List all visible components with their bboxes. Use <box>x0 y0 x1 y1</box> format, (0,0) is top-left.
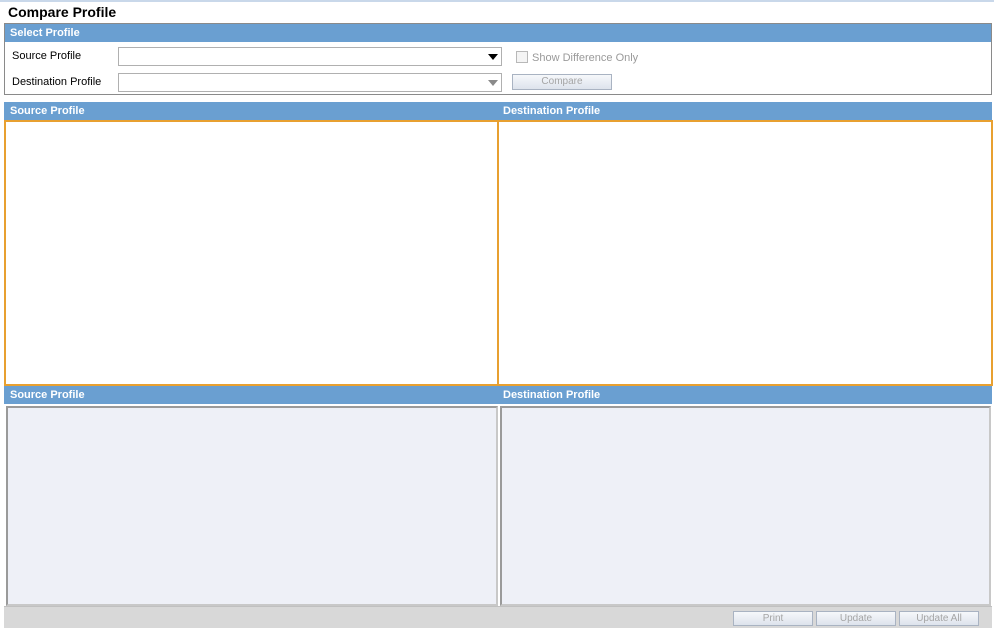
footer-toolbar: Print Update Update All <box>4 606 992 628</box>
lower-source-header: Source Profile <box>4 386 497 404</box>
destination-profile-label: Destination Profile <box>12 76 102 88</box>
select-profile-header: Select Profile <box>5 24 991 42</box>
chevron-down-icon <box>488 80 498 86</box>
page-title: Compare Profile <box>8 4 117 20</box>
compare-area: Source Profile Destination Profile Sourc… <box>4 102 994 629</box>
chevron-down-icon <box>488 54 498 60</box>
top-divider <box>0 0 994 2</box>
source-profile-dropdown[interactable] <box>118 47 502 66</box>
show-difference-checkbox[interactable] <box>516 51 528 63</box>
upper-destination-header: Destination Profile <box>497 102 992 120</box>
destination-profile-dropdown[interactable] <box>118 73 502 92</box>
source-profile-label: Source Profile <box>12 50 82 62</box>
select-profile-panel: Select Profile Source Profile Destinatio… <box>4 23 992 95</box>
upper-destination-pane[interactable] <box>497 120 993 386</box>
print-button[interactable]: Print <box>733 611 813 626</box>
compare-button[interactable]: Compare <box>512 74 612 90</box>
upper-source-pane[interactable] <box>4 120 499 386</box>
lower-destination-header: Destination Profile <box>497 386 992 404</box>
upper-source-header: Source Profile <box>4 102 497 120</box>
show-difference-label: Show Difference Only <box>532 52 639 64</box>
lower-source-pane[interactable] <box>6 406 498 606</box>
update-all-button[interactable]: Update All <box>899 611 979 626</box>
lower-destination-pane[interactable] <box>500 406 991 606</box>
update-button[interactable]: Update <box>816 611 896 626</box>
